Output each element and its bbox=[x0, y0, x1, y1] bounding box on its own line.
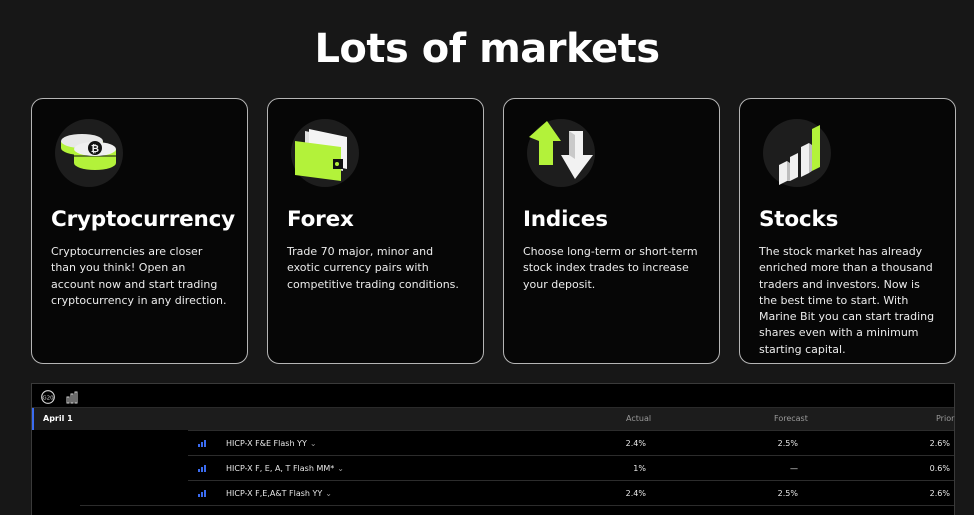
calendar-header: April 1 Actual Forecast Prior bbox=[32, 408, 954, 430]
actual-value: 2.4% bbox=[625, 439, 646, 448]
forecast-value: 2.5% bbox=[777, 439, 798, 448]
forecast-value: 2.5% bbox=[777, 489, 798, 498]
prior-value: 2.6% bbox=[929, 439, 950, 448]
actual-value: 2.4% bbox=[625, 489, 646, 498]
card-title: Indices bbox=[523, 207, 608, 232]
g20-label: G20 bbox=[42, 395, 54, 401]
table-row[interactable]: HICP-X F,E,A&T Flash YY ⌄ 2.4% 2.5% 2.6% bbox=[188, 480, 954, 504]
table-row[interactable]: HICP-X F&E Flash YY ⌄ 2.4% 2.5% 2.6% bbox=[188, 430, 954, 454]
importance-bars-icon bbox=[198, 440, 207, 449]
card-indices[interactable]: Indices Choose long-term or short-term s… bbox=[503, 98, 720, 364]
importance-bars-icon bbox=[198, 490, 207, 499]
indices-arrows-icon bbox=[527, 119, 595, 187]
forex-wallet-icon bbox=[291, 119, 359, 187]
prior-value: 0.6% bbox=[929, 464, 950, 473]
calendar-date: April 1 bbox=[43, 414, 73, 423]
g20-icon[interactable]: G20 bbox=[40, 389, 56, 408]
page-title: Lots of markets bbox=[314, 26, 660, 72]
partial-row-divider bbox=[80, 505, 954, 506]
economic-calendar: G20 April 1 Actual Forecast Prior HICP-X… bbox=[31, 383, 955, 515]
card-text: The stock market has already enriched mo… bbox=[759, 245, 935, 356]
card-text: Cryptocurrencies are closer than you thi… bbox=[51, 245, 227, 307]
chevron-down-icon[interactable]: ⌄ bbox=[310, 439, 317, 448]
column-actual: Actual bbox=[626, 414, 652, 423]
column-forecast: Forecast bbox=[774, 414, 808, 423]
stocks-bars-icon bbox=[763, 119, 831, 187]
table-row[interactable]: HICP-X F, E, A, T Flash MM* ⌄ 1% — 0.6% bbox=[188, 455, 954, 479]
chevron-down-icon[interactable]: ⌄ bbox=[337, 464, 344, 473]
card-text: Trade 70 major, minor and exotic currenc… bbox=[287, 245, 459, 291]
card-title: Forex bbox=[287, 207, 354, 232]
card-stocks[interactable]: Stocks The stock market has already enri… bbox=[739, 98, 956, 364]
calendar-toolbar: G20 bbox=[32, 384, 954, 408]
column-prior: Prior bbox=[936, 414, 955, 423]
importance-bars-icon bbox=[198, 465, 207, 474]
card-title: Cryptocurrency bbox=[51, 207, 235, 232]
forecast-value: — bbox=[790, 464, 798, 473]
chart-bars-icon[interactable] bbox=[66, 389, 78, 408]
prior-value: 2.6% bbox=[929, 489, 950, 498]
card-forex[interactable]: Forex Trade 70 major, minor and exotic c… bbox=[267, 98, 484, 364]
chevron-down-icon[interactable]: ⌄ bbox=[325, 489, 332, 498]
event-name[interactable]: HICP-X F, E, A, T Flash MM* ⌄ bbox=[226, 464, 344, 473]
svg-text:₿: ₿ bbox=[91, 143, 99, 155]
event-name[interactable]: HICP-X F&E Flash YY ⌄ bbox=[226, 439, 317, 448]
crypto-coins-icon: ₿ bbox=[55, 119, 123, 187]
card-title: Stocks bbox=[759, 207, 839, 232]
card-text: Choose long-term or short-term stock ind… bbox=[523, 245, 698, 291]
event-name[interactable]: HICP-X F,E,A&T Flash YY ⌄ bbox=[226, 489, 332, 498]
actual-value: 1% bbox=[633, 464, 646, 473]
card-cryptocurrency[interactable]: ₿ Cryptocurrency Cryptocurrencies are cl… bbox=[31, 98, 248, 364]
